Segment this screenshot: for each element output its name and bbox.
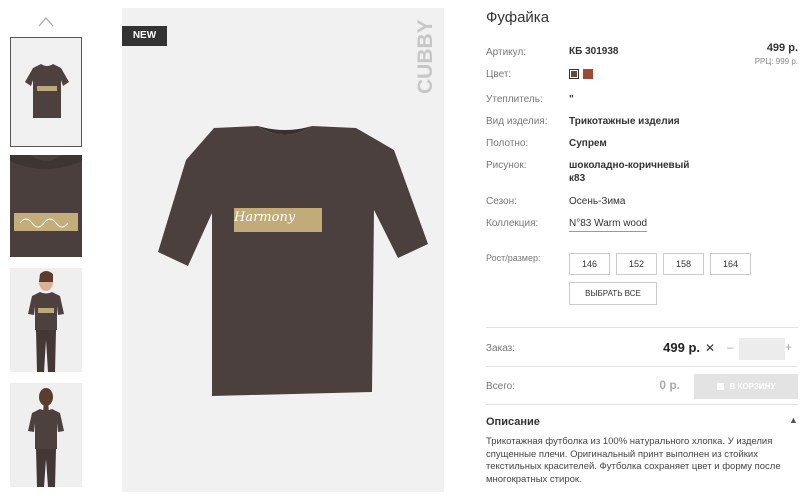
multiply-icon: ✕ xyxy=(705,341,716,355)
print-text: Harmony xyxy=(234,210,296,225)
pattern-label: Рисунок: xyxy=(486,160,527,171)
fabric-value: Супрем xyxy=(569,138,607,149)
article-label: Артикул: xyxy=(486,47,527,58)
decrease-quantity-button[interactable]: – xyxy=(727,340,734,354)
product-type-label: Вид изделия: xyxy=(486,116,548,127)
size-label: Рост/размер: xyxy=(486,253,541,263)
add-to-cart-button[interactable]: В КОРЗИНУ xyxy=(694,374,798,399)
total-label: Всего: xyxy=(486,381,515,392)
divider xyxy=(486,404,798,405)
pattern-value: шоколадно-коричневый к83 xyxy=(569,160,690,184)
rrp-price: РРЦ: 999 р. xyxy=(754,57,798,66)
color-swatch-brown[interactable] xyxy=(569,69,579,79)
add-to-cart-label: В КОРЗИНУ xyxy=(729,382,776,391)
collection-link[interactable]: N°83 Warm wood xyxy=(569,218,648,232)
season-value: Осень-Зима xyxy=(569,196,626,207)
collapse-arrow-icon[interactable]: ▲ xyxy=(789,415,798,425)
total-price: 0 р. xyxy=(659,378,680,392)
cart-icon xyxy=(716,383,724,390)
product-title: Фуфайка xyxy=(486,9,550,26)
price: 499 р. xyxy=(766,42,798,54)
increase-quantity-button[interactable]: + xyxy=(785,340,792,354)
size-button-146[interactable]: 146 xyxy=(569,253,610,275)
color-label: Цвет: xyxy=(486,69,512,80)
insulation-label: Утеплитель: xyxy=(486,94,543,105)
collection-label: Коллекция: xyxy=(486,218,539,229)
order-price: 499 р. xyxy=(663,340,700,355)
print-closeup-image xyxy=(10,155,82,257)
quantity-input[interactable] xyxy=(739,338,785,360)
new-badge: NEW xyxy=(122,26,167,46)
article-value: КБ 301938 xyxy=(569,46,619,57)
order-label: Заказ: xyxy=(486,343,516,354)
model-back-image xyxy=(10,383,82,487)
size-button-164[interactable]: 164 xyxy=(710,253,751,275)
select-all-button[interactable]: ВЫБРАТЬ ВСЕ xyxy=(569,282,657,305)
description-heading[interactable]: Описание xyxy=(486,416,540,428)
chevron-up-icon[interactable] xyxy=(38,14,54,30)
description-text: Трикотажная футболка из 100% натуральног… xyxy=(486,436,781,485)
insulation-value: " xyxy=(569,94,574,105)
thumbnail-model-back[interactable] xyxy=(10,383,82,487)
size-button-152[interactable]: 152 xyxy=(616,253,657,275)
divider xyxy=(486,366,798,367)
brand-logo: CUBBY xyxy=(414,19,437,94)
season-label: Сезон: xyxy=(486,196,517,207)
thumbnail-print-detail[interactable] xyxy=(10,155,82,257)
tshirt-main-image xyxy=(158,126,428,396)
fabric-label: Полотно: xyxy=(486,138,529,149)
divider xyxy=(486,327,798,328)
color-swatch-rust[interactable] xyxy=(583,69,593,79)
model-front-image xyxy=(10,268,82,372)
thumbnail-front[interactable] xyxy=(10,37,82,147)
size-button-158[interactable]: 158 xyxy=(663,253,704,275)
thumbnail-model-front[interactable] xyxy=(10,268,82,372)
swatch-fill xyxy=(570,70,578,78)
product-type-value: Трикотажные изделия xyxy=(569,116,680,127)
tshirt-thumb-image xyxy=(25,64,69,118)
main-product-image[interactable] xyxy=(122,8,444,492)
brand-logo-text: CUBBY xyxy=(414,19,437,94)
